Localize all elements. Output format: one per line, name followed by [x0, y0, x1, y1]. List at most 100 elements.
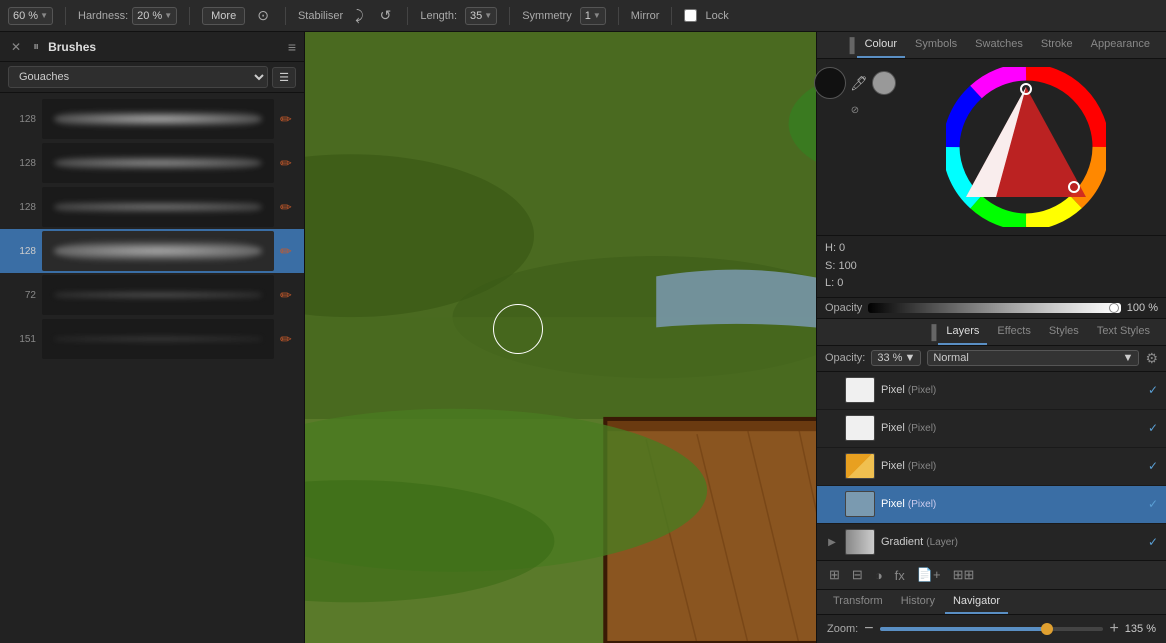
- layer-row-selected[interactable]: Pixel (Pixel) ✓: [817, 486, 1166, 524]
- layers-bottom-toolbar: ⊞ ⊟ ◑ fx 📄+ ⊞⊞: [817, 560, 1166, 589]
- background-swatch[interactable]: [872, 71, 896, 95]
- tab-symbols[interactable]: Symbols: [907, 32, 965, 58]
- tab-transform[interactable]: Transform: [825, 590, 891, 614]
- color-panel-collapse-btn[interactable]: ▐: [845, 37, 855, 53]
- brushes-header: ✕ ⏸ Brushes ≡: [0, 32, 304, 62]
- brush-preview: [42, 187, 274, 227]
- navigator-section: Transform History Navigator Zoom: − + 13…: [817, 589, 1166, 643]
- brushes-menu-btn[interactable]: ≡: [288, 39, 296, 55]
- zoom-value: 135 %: [1125, 623, 1156, 635]
- brushes-category-select[interactable]: Gouaches: [8, 66, 268, 88]
- zoom-row: Zoom: − + 135 %: [817, 615, 1166, 643]
- blend-mode-value: Normal: [933, 352, 968, 364]
- layers-panel-collapse-btn[interactable]: ▐: [926, 324, 936, 340]
- layers-stack-btn[interactable]: ⊞: [825, 565, 844, 585]
- brush-item-selected[interactable]: 128 ✏: [0, 229, 304, 273]
- opacity-slider-thumb: [1109, 303, 1119, 313]
- length-select[interactable]: 35 ▼: [465, 7, 497, 25]
- brush-edit-icon[interactable]: ✏: [280, 199, 296, 215]
- layer-row[interactable]: Pixel (Pixel) ✓: [817, 410, 1166, 448]
- canvas-area[interactable]: [305, 32, 816, 643]
- reset-colors-btn[interactable]: ⊘: [851, 105, 859, 116]
- layer-name: Gradient (Layer): [881, 536, 1142, 548]
- symmetry-select[interactable]: 1 ▼: [580, 7, 606, 25]
- more-button[interactable]: More: [202, 7, 245, 25]
- brush-item[interactable]: 151 ✏: [0, 317, 304, 361]
- stabiliser-icon-1[interactable]: ⤸: [351, 5, 367, 26]
- lock-checkbox[interactable]: [684, 9, 697, 22]
- layers-columns-btn[interactable]: ⊞⊞: [949, 565, 979, 585]
- color-values: H: 0 S: 100 L: 0: [817, 236, 1166, 298]
- target-icon-button[interactable]: ⊙: [253, 5, 273, 26]
- tab-styles[interactable]: Styles: [1041, 319, 1087, 345]
- layer-visibility-check[interactable]: ✓: [1148, 535, 1158, 549]
- brush-edit-icon[interactable]: ✏: [280, 111, 296, 127]
- tab-layers[interactable]: Layers: [938, 319, 987, 345]
- blend-mode-select[interactable]: Normal ▼: [927, 350, 1139, 366]
- brush-preview: [42, 99, 274, 139]
- brushes-category-menu-btn[interactable]: ☰: [272, 67, 296, 88]
- brush-preview: [42, 275, 274, 315]
- zoom-minus-button[interactable]: −: [864, 620, 873, 638]
- eyedropper-button[interactable]: 🖊: [850, 75, 868, 92]
- brush-panel-lock-btn[interactable]: ⏸: [30, 38, 42, 55]
- tab-text-styles[interactable]: Text Styles: [1089, 319, 1158, 345]
- brush-edit-icon[interactable]: ✏: [280, 331, 296, 347]
- layer-opacity-value[interactable]: 33 % ▼: [871, 350, 921, 366]
- brush-preview: [42, 143, 274, 183]
- layers-grid-btn[interactable]: ⊟: [848, 565, 867, 585]
- brush-item[interactable]: 72 ✏: [0, 273, 304, 317]
- layers-fx-btn[interactable]: fx: [891, 566, 909, 585]
- layer-visibility-check[interactable]: ✓: [1148, 497, 1158, 511]
- layer-thumbnail: [845, 529, 875, 555]
- tab-navigator[interactable]: Navigator: [945, 590, 1008, 614]
- layer-row[interactable]: Pixel (Pixel) ✓: [817, 448, 1166, 486]
- layer-row[interactable]: ▶ Gradient (Layer) ✓: [817, 524, 1166, 560]
- layers-add-file-btn[interactable]: 📄+: [913, 565, 945, 585]
- tab-swatches[interactable]: Swatches: [967, 32, 1031, 58]
- divider-7: [671, 7, 672, 25]
- layer-visibility-check[interactable]: ✓: [1148, 421, 1158, 435]
- layer-opacity-label: Opacity:: [825, 352, 865, 364]
- layer-name: Pixel (Pixel): [881, 460, 1142, 472]
- color-wheel[interactable]: [946, 67, 1106, 227]
- brush-edit-icon[interactable]: ✏: [280, 155, 296, 171]
- layer-visibility-check[interactable]: ✓: [1148, 383, 1158, 397]
- layers-mask-btn[interactable]: ◑: [871, 566, 887, 585]
- brush-edit-icon[interactable]: ✏: [280, 287, 296, 303]
- tab-colour[interactable]: Colour: [857, 32, 905, 58]
- divider-5: [509, 7, 510, 25]
- layer-name: Pixel (Pixel): [881, 422, 1142, 434]
- color-section: 🖊 ⊘: [817, 59, 1166, 236]
- layer-settings-btn[interactable]: ⚙: [1145, 350, 1158, 367]
- layer-expand-btn[interactable]: ▶: [825, 537, 839, 548]
- brush-size-group: 60 % ▼: [8, 7, 53, 25]
- symmetry-label: Symmetry: [522, 10, 572, 22]
- layer-visibility-check[interactable]: ✓: [1148, 459, 1158, 473]
- brush-item[interactable]: 128 ✏: [0, 185, 304, 229]
- tab-history[interactable]: History: [893, 590, 943, 614]
- opacity-slider[interactable]: [868, 303, 1121, 313]
- brush-number: 128: [8, 114, 36, 125]
- foreground-swatch[interactable]: [814, 67, 846, 99]
- stabiliser-icon-2[interactable]: ↺: [376, 5, 396, 26]
- zoom-slider[interactable]: [880, 627, 1104, 631]
- divider-3: [285, 7, 286, 25]
- tab-appearance[interactable]: Appearance: [1083, 32, 1158, 58]
- layer-name: Pixel (Pixel): [881, 384, 1142, 396]
- brush-item[interactable]: 128 ✏: [0, 141, 304, 185]
- brush-preview: [42, 231, 274, 271]
- brush-panel-close-btn[interactable]: ✕: [8, 39, 24, 55]
- zoom-plus-button[interactable]: +: [1109, 620, 1118, 638]
- hardness-arrow: ▼: [164, 11, 172, 20]
- tab-effects[interactable]: Effects: [989, 319, 1038, 345]
- brush-size-select[interactable]: 60 % ▼: [8, 7, 53, 25]
- layer-row[interactable]: Pixel (Pixel) ✓: [817, 372, 1166, 410]
- layer-thumbnail: [845, 377, 875, 403]
- color-wheel-svg: [946, 67, 1106, 227]
- hardness-select[interactable]: 20 % ▼: [132, 7, 177, 25]
- brush-edit-icon[interactable]: ✏: [280, 243, 296, 259]
- brushes-title: Brushes: [48, 40, 96, 54]
- brush-item[interactable]: 128 ✏: [0, 97, 304, 141]
- tab-stroke[interactable]: Stroke: [1033, 32, 1081, 58]
